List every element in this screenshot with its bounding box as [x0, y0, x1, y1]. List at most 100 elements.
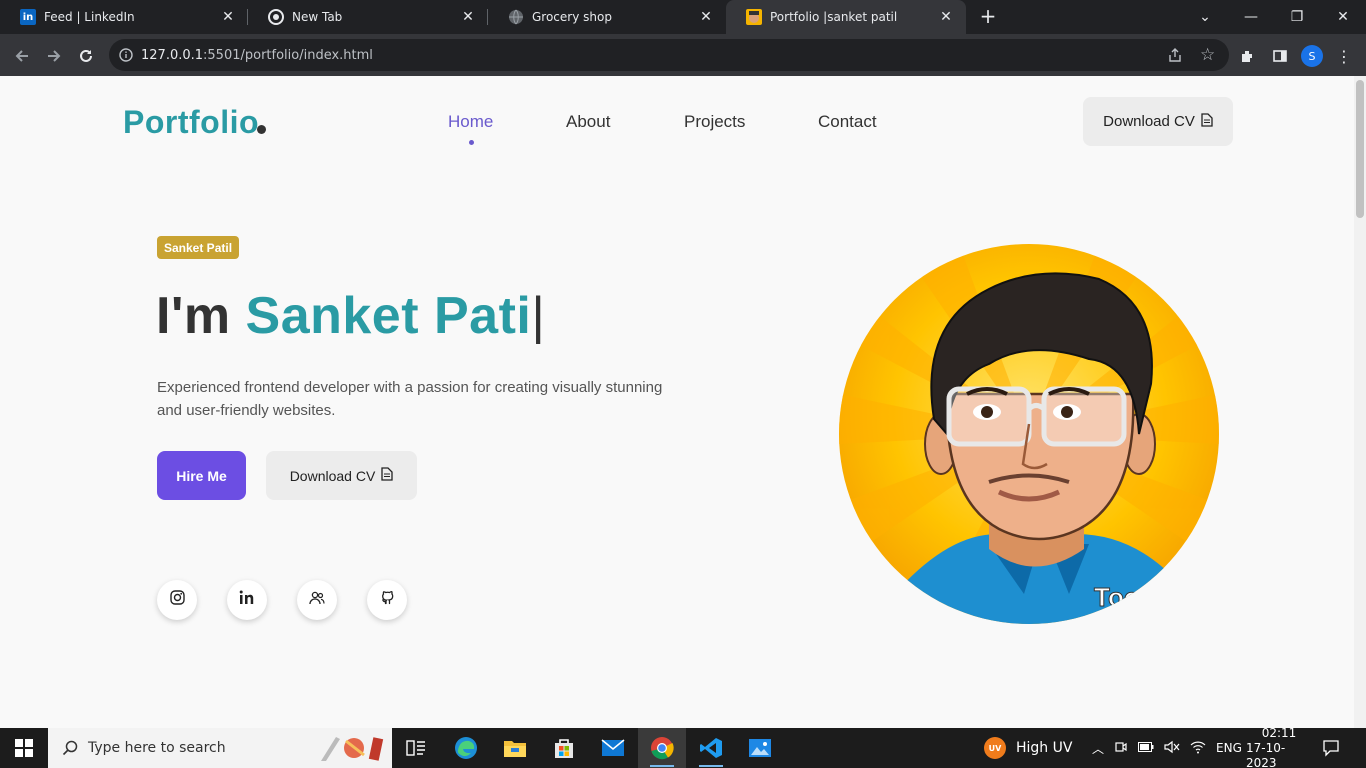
tab-new-tab[interactable]: New Tab ✕ — [248, 0, 488, 34]
system-tray-icons[interactable]: ︿ ENG — [1092, 728, 1242, 768]
tab-title: Grocery shop — [532, 10, 612, 24]
nav-contact[interactable]: Contact — [818, 112, 877, 132]
vscode-icon[interactable] — [687, 728, 735, 768]
close-icon[interactable]: ✕ — [218, 9, 238, 25]
instagram-icon — [169, 590, 185, 610]
tab-linkedin[interactable]: in Feed | LinkedIn ✕ — [0, 0, 248, 34]
window-close-button[interactable]: ✕ — [1320, 0, 1366, 34]
file-explorer-icon[interactable] — [491, 728, 539, 768]
avatar-cartoon: Too — [839, 244, 1219, 624]
close-icon[interactable]: ✕ — [936, 9, 956, 25]
bookmark-star-icon[interactable]: ☆ — [1200, 45, 1215, 65]
hire-me-button[interactable]: Hire Me — [157, 451, 246, 500]
browser-tab-bar: in Feed | LinkedIn ✕ New Tab ✕ Grocery s… — [0, 0, 1366, 34]
tab-title: Feed | LinkedIn — [44, 10, 135, 24]
wifi-icon[interactable] — [1190, 740, 1206, 757]
close-icon[interactable]: ✕ — [696, 9, 716, 25]
download-cv-label: Download CV — [1103, 113, 1195, 130]
header-download-cv-button[interactable]: Download CV — [1083, 97, 1233, 146]
side-panel-icon[interactable] — [1266, 42, 1294, 70]
close-icon[interactable]: ✕ — [458, 9, 478, 25]
hero-description: Experienced frontend developer with a pa… — [157, 379, 663, 419]
weather-text: High UV — [1016, 740, 1073, 756]
restore-button[interactable]: ❐ — [1274, 0, 1320, 34]
logo-dot — [257, 125, 266, 134]
windows-logo-icon — [15, 739, 33, 757]
volume-muted-icon[interactable] — [1164, 740, 1180, 757]
tab-title: New Tab — [292, 10, 343, 24]
globe-icon — [508, 9, 524, 25]
site-info-icon[interactable] — [119, 48, 133, 62]
hero-title-name: Sanket Pati — [245, 287, 532, 345]
github-link[interactable] — [367, 580, 407, 620]
document-icon — [1201, 112, 1213, 131]
weather-widget[interactable]: UV High UV — [984, 728, 1072, 768]
tab-grocery-shop[interactable]: Grocery shop ✕ — [488, 0, 726, 34]
minimize-button[interactable]: — — [1228, 0, 1274, 34]
uv-badge-icon: UV — [984, 737, 1006, 759]
forward-icon[interactable] — [40, 42, 68, 70]
avatar-caption: Too — [1094, 582, 1140, 612]
name-badge: Sanket Patil — [157, 236, 240, 259]
address-bar[interactable]: 127.0.0.1:5501/portfolio/index.html ☆ — [109, 39, 1229, 71]
linkedin-icon: in — [20, 9, 36, 25]
new-tab-button[interactable]: + — [976, 4, 1000, 28]
active-nav-indicator — [469, 140, 474, 145]
menu-kebab-icon[interactable]: ⋮ — [1330, 42, 1358, 70]
instagram-link[interactable] — [157, 580, 197, 620]
battery-icon[interactable] — [1138, 741, 1154, 755]
chevron-up-icon[interactable]: ︿ — [1092, 740, 1104, 757]
search-placeholder: Type here to search — [88, 740, 226, 756]
back-icon[interactable] — [8, 42, 36, 70]
photos-icon[interactable] — [736, 728, 784, 768]
community-icon — [309, 591, 325, 610]
linkedin-icon — [239, 590, 255, 610]
hero-title: I'm Sanket Pati| — [156, 286, 545, 346]
url-host: 127.0.0.1 — [141, 47, 204, 63]
page-scrollbar[interactable] — [1354, 76, 1366, 728]
portfolio-page: Portfolio Home About Projects Contact Do… — [0, 76, 1354, 728]
nav-about[interactable]: About — [566, 112, 610, 132]
github-icon — [380, 590, 395, 610]
chrome-icon — [268, 9, 284, 25]
clock-time: 02:11 — [1261, 725, 1297, 740]
scrollbar-thumb[interactable] — [1356, 80, 1364, 218]
site-logo[interactable]: Portfolio — [123, 104, 259, 141]
start-button[interactable] — [0, 728, 48, 768]
tab-portfolio[interactable]: Portfolio |sanket patil ✕ — [726, 0, 966, 34]
download-cv-button[interactable]: Download CV — [266, 451, 417, 500]
meet-now-icon[interactable] — [1114, 740, 1128, 757]
notification-center-icon[interactable] — [1322, 728, 1344, 768]
task-view-icon[interactable] — [392, 728, 440, 768]
download-cv-label: Download CV — [289, 467, 376, 484]
clock-date: 17-10-2023 — [1246, 740, 1286, 768]
nav-projects[interactable]: Projects — [684, 112, 745, 132]
edge-icon[interactable] — [442, 728, 490, 768]
extensions-icon[interactable] — [1234, 42, 1262, 70]
hero-title-prefix: I'm — [156, 287, 231, 345]
community-link[interactable] — [297, 580, 337, 620]
microsoft-store-icon[interactable] — [540, 728, 588, 768]
search-icon — [62, 740, 78, 756]
chrome-taskbar-icon[interactable] — [638, 728, 686, 768]
typing-cursor: | — [531, 287, 546, 345]
search-highlight-icon — [316, 733, 386, 763]
tab-search-icon[interactable]: ⌄ — [1182, 0, 1228, 34]
clock[interactable]: 02:11 17-10-2023 — [1246, 725, 1312, 768]
profile-initial: S — [1301, 45, 1323, 67]
browser-toolbar: 127.0.0.1:5501/portfolio/index.html ☆ S … — [0, 34, 1366, 76]
nav-home[interactable]: Home — [448, 112, 493, 132]
taskbar-search[interactable]: Type here to search — [48, 728, 392, 768]
linkedin-link[interactable] — [227, 580, 267, 620]
tab-title: Portfolio |sanket patil — [770, 10, 898, 24]
url-text: 127.0.0.1:5501/portfolio/index.html — [141, 48, 373, 63]
share-icon[interactable] — [1167, 47, 1183, 67]
profile-avatar-illustration: Too — [839, 244, 1219, 624]
avatar-favicon — [746, 9, 762, 25]
url-path: :5501/portfolio/index.html — [203, 47, 373, 63]
reload-icon[interactable] — [72, 42, 100, 70]
mail-icon[interactable] — [589, 728, 637, 768]
profile-avatar[interactable]: S — [1298, 42, 1326, 70]
document-icon — [381, 467, 393, 484]
language-indicator[interactable]: ENG — [1216, 741, 1242, 755]
